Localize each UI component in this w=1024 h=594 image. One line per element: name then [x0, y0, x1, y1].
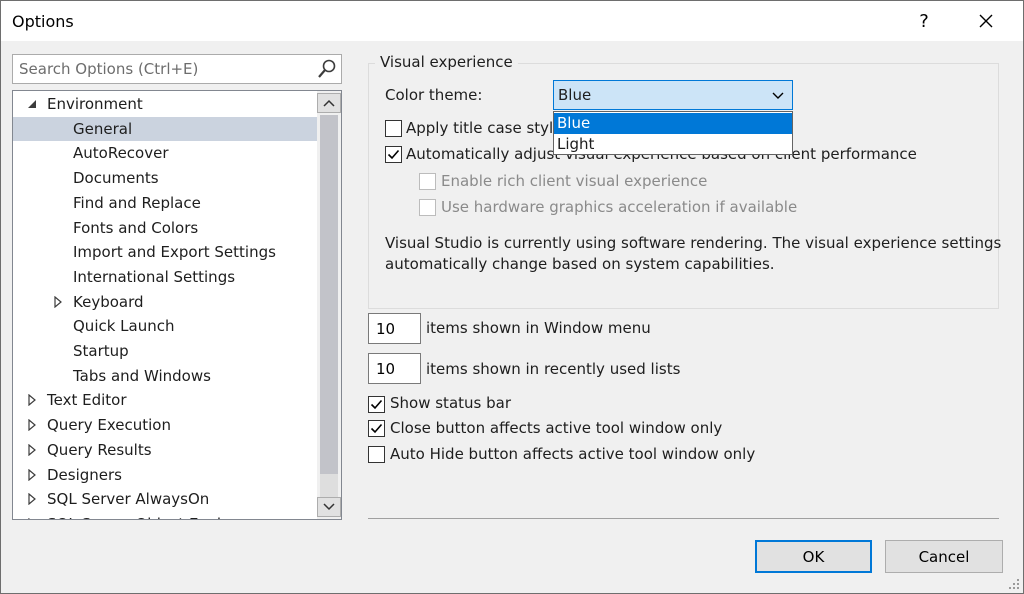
close-button-active-label: Close button affects active tool window … [390, 419, 723, 437]
tree-scrollbar[interactable] [317, 91, 341, 519]
divider [368, 518, 999, 519]
tree-item-label: Import and Export Settings [73, 243, 276, 262]
title-bar: Options ? [1, 1, 1023, 41]
tree-item-label: Designers [47, 465, 122, 484]
checkmark-icon [387, 149, 400, 160]
search-icon[interactable] [316, 58, 338, 80]
apply-title-case-label: Apply title case styling [406, 119, 553, 137]
window-menu-input[interactable] [369, 314, 420, 343]
tree-item-label: Environment [47, 95, 143, 113]
group-title: Visual experience [375, 53, 518, 71]
tree-item[interactable]: General [13, 116, 318, 141]
tree-item-label: SQL Server AlwaysOn [47, 490, 210, 509]
tree-item-label: Fonts and Colors [73, 218, 199, 237]
tree-item[interactable]: Fonts and Colors [13, 216, 318, 240]
tree-item[interactable]: AutoRecover [13, 141, 318, 165]
color-theme-label: Color theme: [385, 86, 483, 104]
help-button[interactable]: ? [901, 1, 947, 41]
ok-button[interactable]: OK [755, 540, 872, 573]
close-button-active-checkbox[interactable] [368, 420, 385, 437]
tree-item-label: Quick Launch [73, 317, 175, 336]
tree-item-label: General [73, 119, 133, 138]
tree-item-label: SQL Server Object Explorer [47, 512, 252, 519]
option-blue[interactable]: Blue [554, 113, 792, 134]
tree-item[interactable]: Startup [13, 339, 318, 363]
help-icon: ? [919, 10, 929, 32]
tree-item[interactable]: International Settings [13, 265, 318, 289]
search-box [12, 54, 342, 84]
tree-item[interactable]: Tabs and Windows [13, 364, 318, 388]
auto-hide-active-checkbox[interactable] [368, 446, 385, 463]
checkmark-icon [370, 399, 383, 410]
window-title: Options [12, 12, 74, 31]
tree-item[interactable]: Find and Replace [13, 191, 318, 215]
scroll-down-button[interactable] [317, 497, 341, 517]
tree-item[interactable]: SQL Server AlwaysOn [13, 487, 318, 511]
color-theme-combobox[interactable]: Blue [553, 80, 793, 110]
rich-client-label: Enable rich client visual experience [441, 172, 708, 190]
window-menu-label: items shown in Window menu [426, 319, 651, 337]
cancel-button[interactable]: Cancel [885, 540, 1003, 573]
auto-adjust-checkbox[interactable] [385, 146, 402, 163]
tree-item-label: Documents [73, 169, 159, 188]
color-theme-dropdown: Blue Light [553, 111, 793, 155]
tree-item-label: Query Results [47, 440, 152, 459]
tree-item-label: Query Execution [47, 416, 171, 435]
hw-accel-checkbox[interactable] [419, 199, 436, 216]
tree-item[interactable]: Designers [13, 463, 318, 487]
tree-item-label: Tabs and Windows [73, 366, 211, 385]
close-icon [979, 14, 993, 28]
tree-item-label: AutoRecover [73, 144, 169, 163]
window-menu-count [368, 313, 421, 344]
rich-client-checkbox[interactable] [419, 173, 436, 190]
rendering-info-line2: automatically change based on system cap… [385, 255, 775, 273]
collapsed-arrow-icon[interactable] [25, 388, 39, 412]
apply-title-case-checkbox[interactable] [385, 120, 402, 137]
tree-item[interactable]: Text Editor [13, 388, 318, 412]
recent-lists-label: items shown in recently used lists [426, 360, 681, 378]
collapsed-arrow-icon[interactable] [25, 463, 39, 487]
tree-item[interactable]: Keyboard [13, 290, 318, 314]
recent-lists-input[interactable] [369, 354, 420, 383]
rendering-info-line1: Visual Studio is currently using softwar… [385, 234, 1002, 252]
expanded-arrow-icon[interactable] [25, 92, 39, 116]
tree-item-label: Find and Replace [73, 193, 201, 212]
checkmark-icon [370, 423, 383, 434]
tree-item[interactable]: Quick Launch [13, 314, 318, 338]
options-dialog: Options ? Environment General AutoRecover D… [0, 0, 1024, 594]
tree-item[interactable]: Import and Export Settings [13, 240, 318, 264]
tree-item-label: Keyboard [73, 292, 144, 311]
tree-item[interactable]: Environment [13, 92, 318, 116]
option-light[interactable]: Light [554, 134, 792, 155]
tree-item[interactable]: Query Execution [13, 413, 318, 437]
show-status-bar-label: Show status bar [390, 394, 511, 412]
chevron-down-icon [323, 503, 335, 511]
options-tree: Environment General AutoRecover Documents Fi… [12, 90, 342, 520]
tree-item[interactable]: SQL Server Object Explorer [13, 512, 318, 519]
chevron-down-icon [772, 92, 784, 99]
resize-grip-icon[interactable] [1008, 578, 1020, 590]
collapsed-arrow-icon[interactable] [25, 512, 39, 519]
tree-item[interactable]: Query Results [13, 438, 318, 462]
color-theme-value: Blue [558, 86, 592, 104]
collapsed-arrow-icon[interactable] [25, 438, 39, 462]
auto-hide-active-label: Auto Hide button affects active tool win… [390, 445, 756, 463]
chevron-up-icon [323, 99, 335, 107]
tree-item-label: Startup [73, 342, 129, 360]
search-input[interactable] [13, 55, 313, 83]
collapsed-arrow-icon[interactable] [25, 487, 39, 511]
tree-item[interactable]: Documents [13, 166, 318, 190]
tree-item-label: Text Editor [47, 391, 127, 410]
collapsed-arrow-icon[interactable] [25, 413, 39, 437]
recent-lists-count [368, 353, 421, 384]
scroll-thumb[interactable] [320, 115, 338, 474]
collapsed-arrow-icon[interactable] [51, 290, 65, 314]
hw-accel-label: Use hardware graphics acceleration if av… [441, 198, 798, 216]
show-status-bar-checkbox[interactable] [368, 396, 385, 413]
scroll-up-button[interactable] [317, 93, 341, 113]
close-button[interactable] [963, 1, 1009, 41]
tree-item-label: International Settings [73, 267, 236, 286]
